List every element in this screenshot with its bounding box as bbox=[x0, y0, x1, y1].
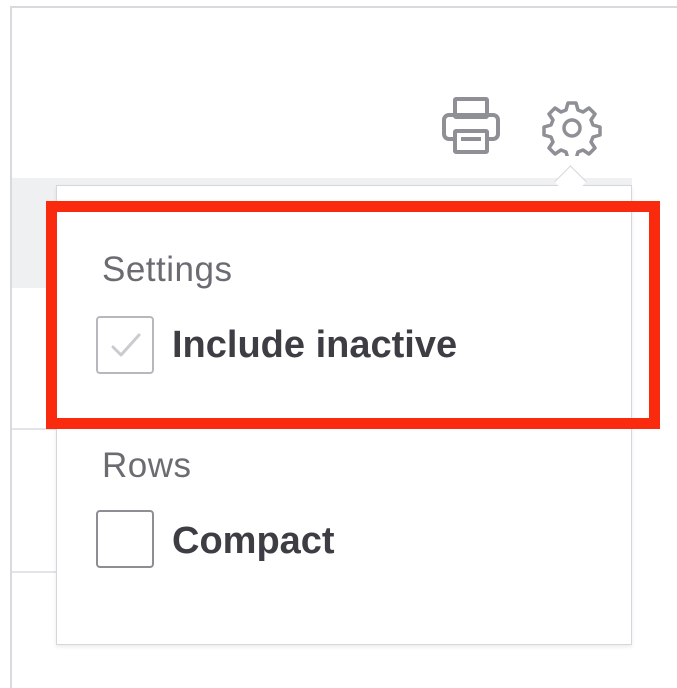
app-frame: Settings Include inactive Rows Compact bbox=[0, 0, 677, 688]
page-top-border bbox=[12, 6, 677, 8]
rows-section-title: Rows bbox=[102, 446, 192, 485]
compact-checkbox[interactable] bbox=[96, 510, 154, 568]
compact-label[interactable]: Compact bbox=[172, 519, 335, 563]
highlight-annotation bbox=[46, 201, 660, 429]
print-icon[interactable] bbox=[441, 97, 501, 155]
table-row-divider bbox=[12, 571, 58, 573]
gear-icon[interactable] bbox=[542, 100, 602, 156]
page-left-border bbox=[10, 6, 12, 688]
